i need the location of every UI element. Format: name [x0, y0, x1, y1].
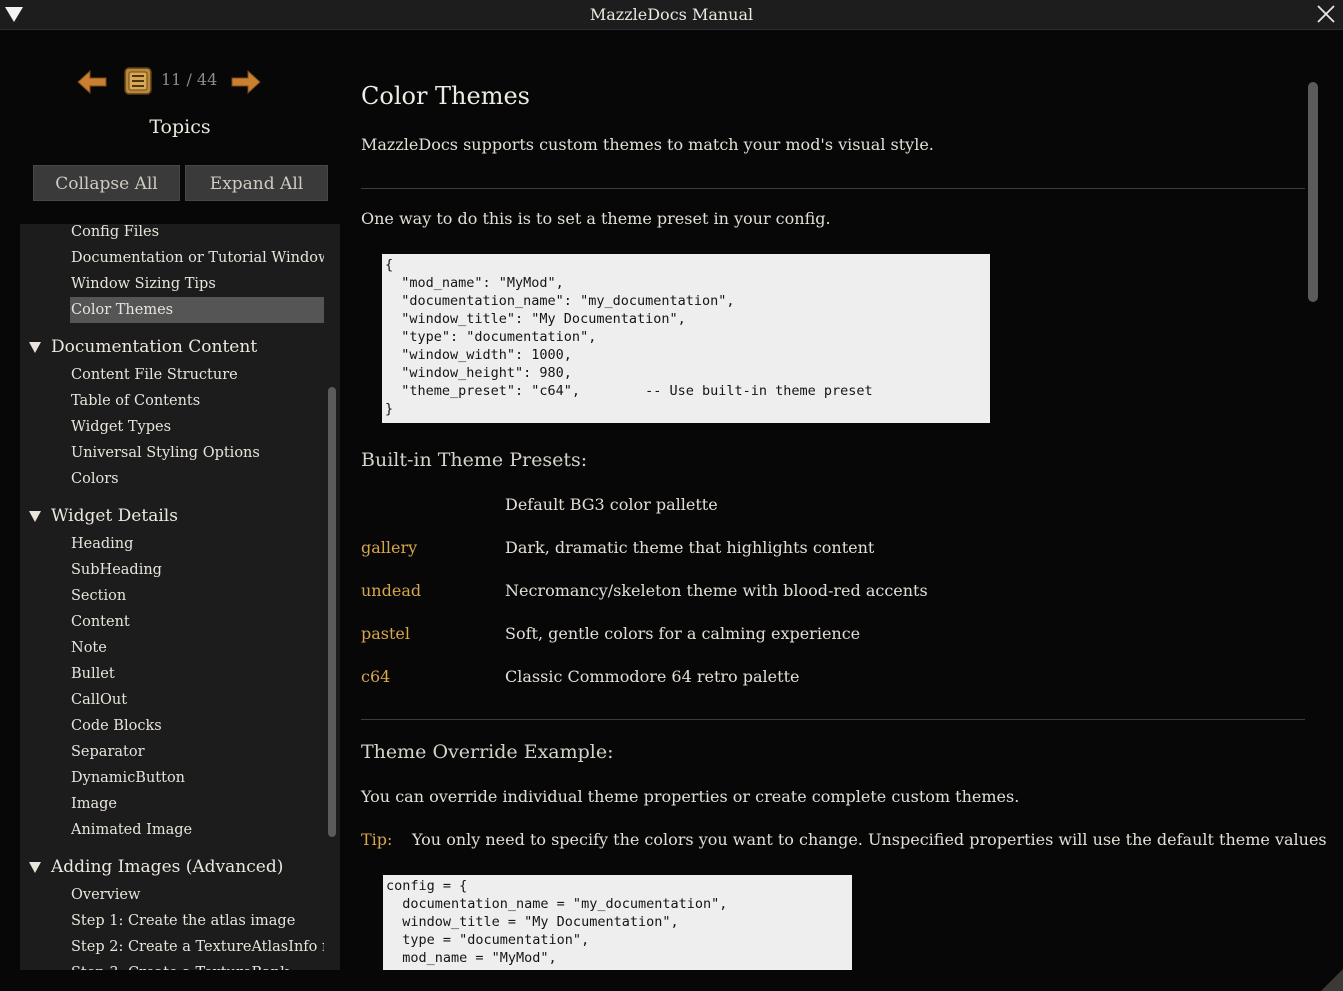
content-panel: Color Themes MazzleDocs supports custom …	[342, 62, 1326, 970]
next-page-icon[interactable]	[228, 68, 262, 96]
tree-item[interactable]: Widget Types	[20, 414, 324, 440]
resize-grip[interactable]	[1321, 969, 1343, 991]
tree-item[interactable]: Separator	[20, 739, 324, 765]
tree-item-config-files[interactable]: Config Files	[20, 224, 324, 245]
intro-text: MazzleDocs supports custom themes to mat…	[361, 135, 934, 154]
expand-all-button[interactable]: Expand All	[185, 165, 328, 201]
collapse-all-button[interactable]: Collapse All	[33, 165, 180, 201]
page-counter: 11 / 44	[161, 70, 218, 89]
separator	[361, 719, 1305, 720]
separator	[361, 188, 1305, 189]
tree-group-adding-images[interactable]: Adding Images (Advanced)	[20, 853, 324, 881]
tree-group-documentation-content[interactable]: Documentation Content	[20, 333, 324, 361]
window-title: MazzleDocs Manual	[589, 5, 754, 24]
title-bar: MazzleDocs Manual	[0, 0, 1343, 30]
tree-item[interactable]: SubHeading	[20, 557, 324, 583]
tree-group-widget-details[interactable]: Widget Details	[20, 502, 324, 530]
tree-item[interactable]: Overview	[20, 882, 324, 908]
preset-key-undead: undead	[361, 581, 422, 600]
tree-item[interactable]: Bullet	[20, 661, 324, 687]
override-heading: Theme Override Example:	[361, 741, 614, 763]
topics-tree: Config Files Documentation or Tutorial W…	[20, 224, 340, 970]
previous-page-icon[interactable]	[76, 68, 110, 96]
preset-desc-undead: Necromancy/skeleton theme with blood-red…	[505, 581, 928, 600]
table-of-contents-icon[interactable]	[123, 66, 153, 96]
preset-key-c64: c64	[361, 667, 391, 686]
presets-heading: Built-in Theme Presets:	[361, 449, 588, 471]
expanded-triangle-icon	[29, 342, 41, 353]
tree-item[interactable]: Animated Image	[20, 817, 324, 843]
tree-item[interactable]: Colors	[20, 466, 324, 492]
override-intro-text: You can override individual theme proper…	[361, 787, 1020, 806]
tree-item[interactable]: Section	[20, 583, 324, 609]
tree-item[interactable]: Step 2: Create a TextureAtlasInfo resou	[20, 934, 324, 960]
preset-intro-text: One way to do this is to set a theme pre…	[361, 209, 831, 228]
tree-item-color-themes[interactable]: Color Themes	[70, 297, 324, 323]
preset-desc-c64: Classic Commodore 64 retro palette	[505, 667, 800, 686]
tree-item[interactable]: Table of Contents	[20, 388, 324, 414]
preset-key-gallery: gallery	[361, 538, 418, 557]
expanded-triangle-icon	[29, 511, 41, 522]
tree-item-documentation-or-tutorial[interactable]: Documentation or Tutorial Window?	[20, 245, 324, 271]
tree-item[interactable]: CallOut	[20, 687, 324, 713]
tree-item[interactable]: Content	[20, 609, 324, 635]
tree-item[interactable]: Universal Styling Options	[20, 440, 324, 466]
tree-item[interactable]: Image	[20, 791, 324, 817]
code-block-config: { "mod_name": "MyMod", "documentation_na…	[382, 254, 990, 423]
tree-item[interactable]: Content File Structure	[20, 362, 324, 388]
preset-desc-default: Default BG3 color pallette	[505, 495, 718, 514]
topics-title: Topics	[149, 116, 211, 138]
tip-label: Tip:	[361, 830, 393, 849]
tree-item[interactable]: Code Blocks	[20, 713, 324, 739]
tree-item[interactable]: Note	[20, 635, 324, 661]
preset-desc-gallery: Dark, dramatic theme that highlights con…	[505, 538, 875, 557]
tip-text: You only need to specify the colors you …	[412, 830, 1326, 849]
tree-scrollbar[interactable]	[328, 387, 336, 837]
tree-item[interactable]: Step 3: Create a TextureBank	[20, 960, 324, 970]
content-scrollbar[interactable]	[1308, 82, 1318, 302]
tree-item[interactable]: DynamicButton	[20, 765, 324, 791]
close-icon[interactable]	[1315, 3, 1337, 25]
preset-desc-pastel: Soft, gentle colors for a calming experi…	[505, 624, 861, 643]
tree-item-window-sizing-tips[interactable]: Window Sizing Tips	[20, 271, 324, 297]
page-title: Color Themes	[361, 82, 530, 110]
tree-item[interactable]: Step 1: Create the atlas image	[20, 908, 324, 934]
preset-key-pastel: pastel	[361, 624, 411, 643]
code-block-override: config = { documentation_name = "my_docu…	[383, 875, 852, 970]
expanded-triangle-icon	[29, 862, 41, 873]
tree-item[interactable]: Heading	[20, 531, 324, 557]
